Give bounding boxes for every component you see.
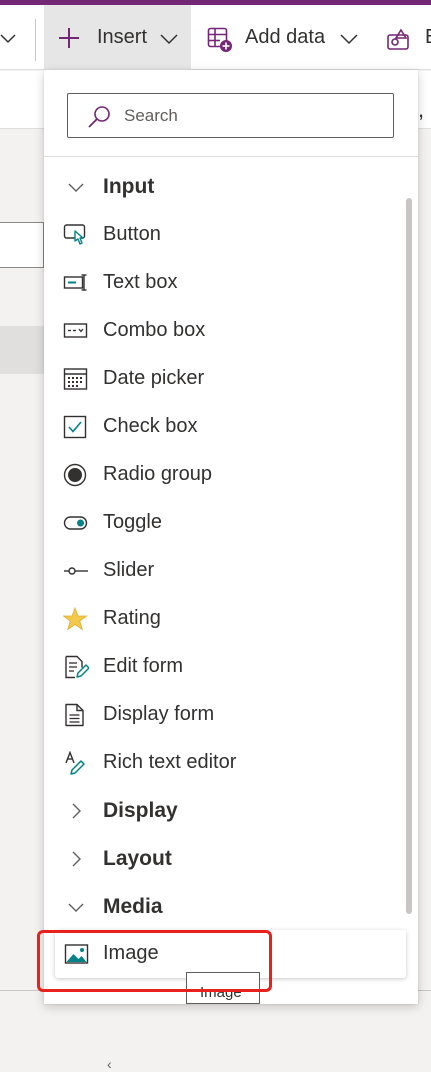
chevron-down-icon[interactable] [0,32,16,50]
category-label: Display [103,799,178,822]
insert-label: Insert [97,26,148,48]
item-label: Rich text editor [103,751,237,773]
toolbar-separator [35,19,36,61]
text-box-icon [63,271,89,295]
insert-dropdown-panel: Input Button Text box [44,70,418,1072]
item-label: Date picker [103,367,205,389]
shapes-icon [386,27,412,58]
add-data-button[interactable]: Add data [205,5,365,70]
item-label: Text box [103,271,178,293]
background-text-fragment: , [418,97,425,122]
category-label: Input [103,175,155,198]
image-icon [64,942,90,971]
drag-preview-tooltip: Image [186,972,260,1004]
toggle-icon [63,511,89,535]
search-icon [87,105,111,134]
chevron-down-icon [66,897,86,917]
list-item-toggle[interactable]: Toggle [44,499,404,547]
chevron-down-icon [340,32,358,50]
star-icon [62,606,89,631]
table-add-icon [207,27,233,58]
list-item-image[interactable]: Image [55,930,406,978]
rich-text-icon [63,750,89,775]
command-toolbar: Insert Add data [0,5,431,70]
item-label: Image [103,942,159,964]
edit-form-icon [63,655,90,679]
item-label: Edit form [103,655,184,677]
tooltip-text: Image [200,984,242,1001]
chevron-right-icon [66,801,86,821]
list-item-button[interactable]: Button [44,211,404,259]
list-item-slider[interactable]: Slider [44,547,404,595]
category-media[interactable]: Media [44,883,404,931]
background-selected-row [0,326,44,374]
item-label: Combo box [103,319,206,341]
list-item-combo-box[interactable]: Combo box [44,307,404,355]
next-button-label: E [425,26,431,49]
document-icon [63,703,89,727]
chevron-down-icon [160,32,178,50]
category-label: Layout [103,847,172,870]
chevron-right-icon [66,849,86,869]
item-label: Rating [103,607,161,629]
radio-icon [63,463,89,487]
search-divider [44,156,418,157]
item-label: Display form [103,703,215,725]
control-list: Input Button Text box Combo box Date pic… [44,163,404,931]
combo-box-icon [63,319,89,343]
list-item-rich-text-editor[interactable]: Rich text editor [44,739,404,787]
search-input[interactable] [122,102,382,130]
checkbox-icon [63,415,89,439]
list-item-radio-group[interactable]: Radio group [44,451,404,499]
category-display[interactable]: Display [44,787,404,835]
list-item-check-box[interactable]: Check box [44,403,404,451]
insert-button[interactable]: Insert [44,5,191,70]
list-item-edit-form[interactable]: Edit form [44,643,404,691]
calendar-icon [63,367,89,391]
background-field [0,222,44,268]
list-item-rating[interactable]: Rating [44,595,404,643]
list-item-date-picker[interactable]: Date picker [44,355,404,403]
search-box [67,93,394,138]
next-toolbar-button[interactable]: E [384,5,431,70]
item-label: Toggle [103,511,162,533]
scrollbar-thumb[interactable] [406,198,412,914]
list-item-display-form[interactable]: Display form [44,691,404,739]
next-item-icon: ‹ [107,1056,112,1072]
plus-icon [58,27,80,54]
item-label: Slider [103,559,155,581]
category-input[interactable]: Input [44,163,404,211]
add-data-label: Add data [245,26,326,48]
item-label: Check box [103,415,198,437]
chevron-down-icon [66,177,86,197]
category-layout[interactable]: Layout [44,835,404,883]
slider-icon [63,559,89,583]
item-label: Radio group [103,463,212,485]
button-icon [63,223,89,247]
list-item-text-box[interactable]: Text box [44,259,404,307]
category-label: Media [103,895,163,918]
item-label: Button [103,223,161,245]
